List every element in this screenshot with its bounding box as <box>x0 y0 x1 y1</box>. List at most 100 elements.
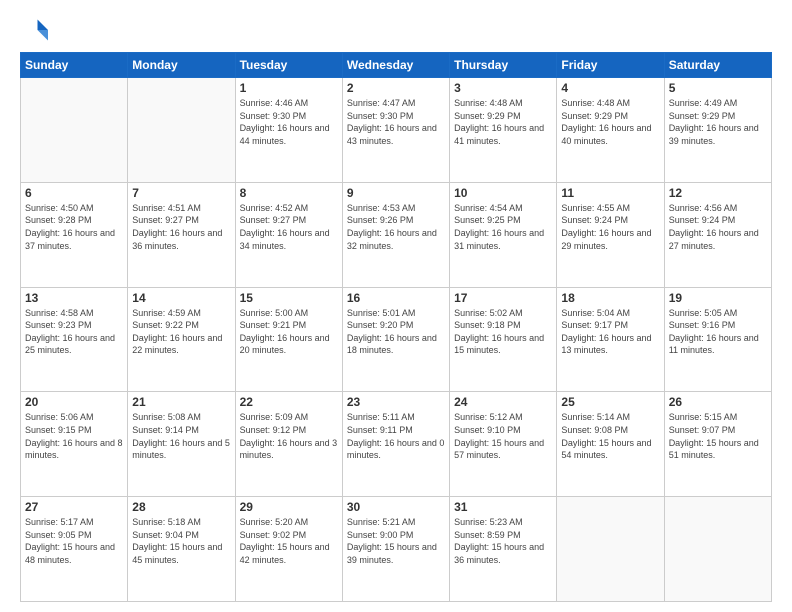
day-number: 16 <box>347 291 445 305</box>
day-info: Sunrise: 5:11 AM Sunset: 9:11 PM Dayligh… <box>347 411 445 461</box>
calendar-cell <box>21 78 128 183</box>
calendar-cell: 25 Sunrise: 5:14 AM Sunset: 9:08 PM Dayli… <box>557 392 664 497</box>
calendar-cell: 3Sunrise: 4:48 AM Sunset: 9:29 PM Daylig… <box>450 78 557 183</box>
day-number: 2 <box>347 81 445 95</box>
day-info: Sunrise: 5:09 AM Sunset: 9:12 PM Dayligh… <box>240 411 338 461</box>
day-number: 20 <box>25 395 123 409</box>
day-number: 11 <box>561 186 659 200</box>
calendar-cell: 14 Sunrise: 4:59 AM Sunset: 9:22 PM Dayli… <box>128 287 235 392</box>
day-number: 26 <box>669 395 767 409</box>
calendar-cell: 1 Sunrise: 4:46 AM Sunset: 9:30 PM Daylig… <box>235 78 342 183</box>
dow-header-monday: Monday <box>128 53 235 78</box>
calendar-cell <box>664 497 771 602</box>
day-info: Sunrise: 4:52 AM Sunset: 9:27 PM Dayligh… <box>240 202 338 252</box>
day-number: 10 <box>454 186 552 200</box>
day-info: Sunrise: 4:49 AM Sunset: 9:29 PM Dayligh… <box>669 97 767 147</box>
day-number: 1 <box>240 81 338 95</box>
calendar-cell: 11 Sunrise: 4:55 AM Sunset: 9:24 PM Dayli… <box>557 182 664 287</box>
day-number: 8 <box>240 186 338 200</box>
day-info: Sunrise: 5:14 AM Sunset: 9:08 PM Dayligh… <box>561 411 659 461</box>
calendar-cell: 6Sunrise: 4:50 AM Sunset: 9:28 PM Daylig… <box>21 182 128 287</box>
calendar-cell: 19 Sunrise: 5:05 AM Sunset: 9:16 PM Dayli… <box>664 287 771 392</box>
day-info: Sunrise: 4:53 AM Sunset: 9:26 PM Dayligh… <box>347 202 445 252</box>
day-number: 24 <box>454 395 552 409</box>
week-row-1: 1 Sunrise: 4:46 AM Sunset: 9:30 PM Daylig… <box>21 78 772 183</box>
header <box>20 16 772 44</box>
day-number: 3 <box>454 81 552 95</box>
day-info: Sunrise: 5:01 AM Sunset: 9:20 PM Dayligh… <box>347 307 445 357</box>
day-info: Sunrise: 4:56 AM Sunset: 9:24 PM Dayligh… <box>669 202 767 252</box>
day-info: Sunrise: 4:51 AM Sunset: 9:27 PM Dayligh… <box>132 202 230 252</box>
day-number: 23 <box>347 395 445 409</box>
day-info: Sunrise: 4:50 AM Sunset: 9:28 PM Dayligh… <box>25 202 123 252</box>
calendar-cell: 16 Sunrise: 5:01 AM Sunset: 9:20 PM Dayli… <box>342 287 449 392</box>
calendar-cell: 31 Sunrise: 5:23 AM Sunset: 8:59 PM Dayli… <box>450 497 557 602</box>
day-number: 18 <box>561 291 659 305</box>
dow-header-sunday: Sunday <box>21 53 128 78</box>
day-info: Sunrise: 5:00 AM Sunset: 9:21 PM Dayligh… <box>240 307 338 357</box>
day-of-week-row: SundayMondayTuesdayWednesdayThursdayFrid… <box>21 53 772 78</box>
day-info: Sunrise: 5:08 AM Sunset: 9:14 PM Dayligh… <box>132 411 230 461</box>
calendar-cell: 2 Sunrise: 4:47 AM Sunset: 9:30 PM Daylig… <box>342 78 449 183</box>
calendar-table: SundayMondayTuesdayWednesdayThursdayFrid… <box>20 52 772 602</box>
calendar-cell: 27Sunrise: 5:17 AM Sunset: 9:05 PM Dayli… <box>21 497 128 602</box>
day-info: Sunrise: 5:18 AM Sunset: 9:04 PM Dayligh… <box>132 516 230 566</box>
day-number: 7 <box>132 186 230 200</box>
day-number: 29 <box>240 500 338 514</box>
day-info: Sunrise: 4:59 AM Sunset: 9:22 PM Dayligh… <box>132 307 230 357</box>
dow-header-friday: Friday <box>557 53 664 78</box>
day-number: 31 <box>454 500 552 514</box>
dow-header-tuesday: Tuesday <box>235 53 342 78</box>
day-info: Sunrise: 4:55 AM Sunset: 9:24 PM Dayligh… <box>561 202 659 252</box>
calendar-cell: 30Sunrise: 5:21 AM Sunset: 9:00 PM Dayli… <box>342 497 449 602</box>
day-number: 4 <box>561 81 659 95</box>
calendar-cell: 7 Sunrise: 4:51 AM Sunset: 9:27 PM Daylig… <box>128 182 235 287</box>
logo-icon <box>20 16 48 44</box>
day-info: Sunrise: 4:47 AM Sunset: 9:30 PM Dayligh… <box>347 97 445 147</box>
day-number: 14 <box>132 291 230 305</box>
week-row-3: 13 Sunrise: 4:58 AM Sunset: 9:23 PM Dayli… <box>21 287 772 392</box>
calendar-cell: 17 Sunrise: 5:02 AM Sunset: 9:18 PM Dayli… <box>450 287 557 392</box>
day-info: Sunrise: 5:02 AM Sunset: 9:18 PM Dayligh… <box>454 307 552 357</box>
day-info: Sunrise: 5:23 AM Sunset: 8:59 PM Dayligh… <box>454 516 552 566</box>
calendar-cell: 10 Sunrise: 4:54 AM Sunset: 9:25 PM Dayli… <box>450 182 557 287</box>
dow-header-saturday: Saturday <box>664 53 771 78</box>
dow-header-wednesday: Wednesday <box>342 53 449 78</box>
day-info: Sunrise: 5:05 AM Sunset: 9:16 PM Dayligh… <box>669 307 767 357</box>
calendar-cell: 26 Sunrise: 5:15 AM Sunset: 9:07 PM Dayli… <box>664 392 771 497</box>
day-info: Sunrise: 4:48 AM Sunset: 9:29 PM Dayligh… <box>561 97 659 147</box>
calendar-body: 1 Sunrise: 4:46 AM Sunset: 9:30 PM Daylig… <box>21 78 772 602</box>
calendar-cell: 18Sunrise: 5:04 AM Sunset: 9:17 PM Dayli… <box>557 287 664 392</box>
day-number: 25 <box>561 395 659 409</box>
calendar-cell: 9Sunrise: 4:53 AM Sunset: 9:26 PM Daylig… <box>342 182 449 287</box>
dow-header-thursday: Thursday <box>450 53 557 78</box>
day-info: Sunrise: 5:20 AM Sunset: 9:02 PM Dayligh… <box>240 516 338 566</box>
day-info: Sunrise: 5:17 AM Sunset: 9:05 PM Dayligh… <box>25 516 123 566</box>
day-number: 17 <box>454 291 552 305</box>
calendar-cell: 13 Sunrise: 4:58 AM Sunset: 9:23 PM Dayli… <box>21 287 128 392</box>
day-info: Sunrise: 4:58 AM Sunset: 9:23 PM Dayligh… <box>25 307 123 357</box>
day-number: 15 <box>240 291 338 305</box>
day-number: 28 <box>132 500 230 514</box>
day-info: Sunrise: 5:15 AM Sunset: 9:07 PM Dayligh… <box>669 411 767 461</box>
calendar-cell <box>557 497 664 602</box>
day-number: 19 <box>669 291 767 305</box>
calendar-cell: 23 Sunrise: 5:11 AM Sunset: 9:11 PM Dayli… <box>342 392 449 497</box>
day-number: 5 <box>669 81 767 95</box>
calendar-cell: 12 Sunrise: 4:56 AM Sunset: 9:24 PM Dayli… <box>664 182 771 287</box>
day-info: Sunrise: 4:46 AM Sunset: 9:30 PM Dayligh… <box>240 97 338 147</box>
calendar-cell: 8 Sunrise: 4:52 AM Sunset: 9:27 PM Daylig… <box>235 182 342 287</box>
day-number: 12 <box>669 186 767 200</box>
day-info: Sunrise: 5:12 AM Sunset: 9:10 PM Dayligh… <box>454 411 552 461</box>
week-row-4: 20 Sunrise: 5:06 AM Sunset: 9:15 PM Dayli… <box>21 392 772 497</box>
week-row-5: 27Sunrise: 5:17 AM Sunset: 9:05 PM Dayli… <box>21 497 772 602</box>
day-number: 21 <box>132 395 230 409</box>
day-info: Sunrise: 5:06 AM Sunset: 9:15 PM Dayligh… <box>25 411 123 461</box>
day-info: Sunrise: 4:54 AM Sunset: 9:25 PM Dayligh… <box>454 202 552 252</box>
calendar-cell: 15 Sunrise: 5:00 AM Sunset: 9:21 PM Dayli… <box>235 287 342 392</box>
calendar-cell: 24 Sunrise: 5:12 AM Sunset: 9:10 PM Dayli… <box>450 392 557 497</box>
day-info: Sunrise: 5:21 AM Sunset: 9:00 PM Dayligh… <box>347 516 445 566</box>
day-number: 22 <box>240 395 338 409</box>
day-number: 13 <box>25 291 123 305</box>
calendar-cell: 21 Sunrise: 5:08 AM Sunset: 9:14 PM Dayli… <box>128 392 235 497</box>
